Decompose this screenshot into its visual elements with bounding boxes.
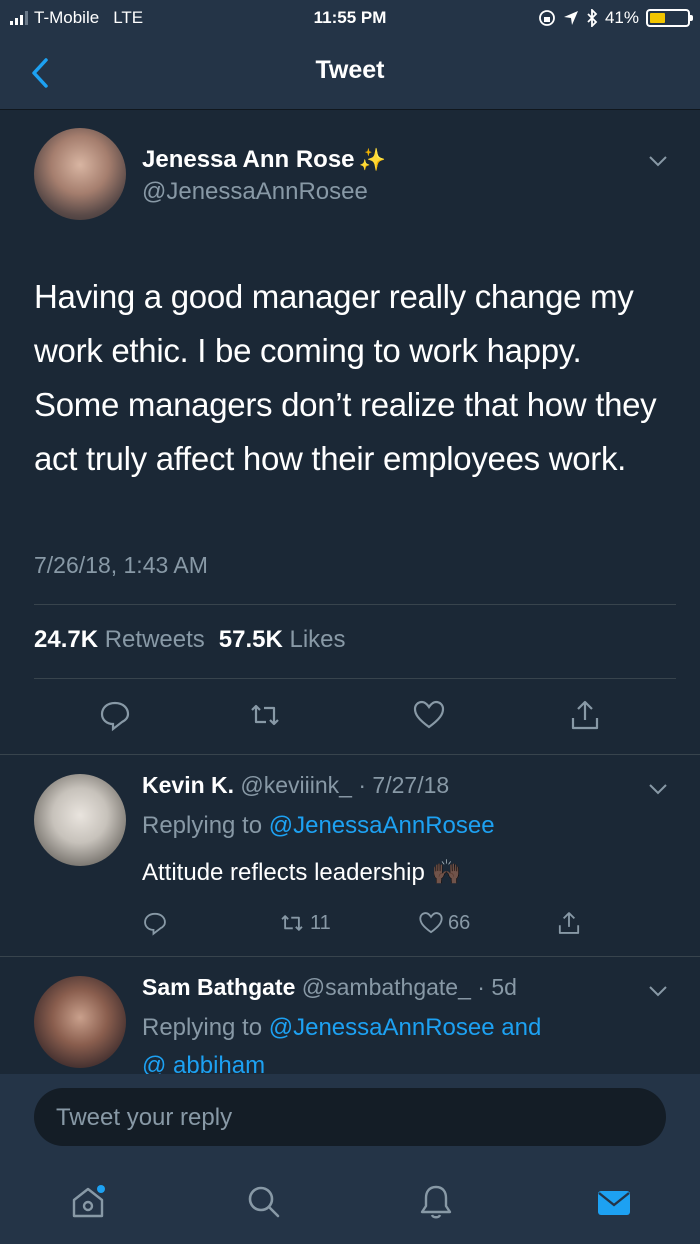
divider — [0, 956, 700, 957]
reply-input[interactable]: Tweet your reply — [34, 1088, 666, 1146]
reply-avatar[interactable] — [34, 774, 126, 866]
likes-stat[interactable]: 57.5K Likes — [219, 626, 346, 654]
retweets-stat[interactable]: 24.7K Retweets — [34, 626, 205, 654]
sparkles-icon: ✨ — [358, 147, 386, 172]
status-bar: T-Mobile LTE 11:55 PM 41% — [0, 0, 700, 36]
page-title: Tweet — [315, 56, 385, 84]
reply-icon[interactable] — [98, 698, 132, 732]
replying-to-link[interactable]: @JenessaAnnRosee — [269, 812, 495, 839]
replying-to-link[interactable]: @JenessaAnnRosee and — [269, 1014, 542, 1041]
tab-bar — [0, 1164, 700, 1244]
raised-hands-emoji: 🙌🏿 — [431, 859, 462, 886]
location-icon — [563, 11, 578, 25]
reply-author-line: Kevin K. @keviiink_ · 7/27/18 — [142, 772, 449, 799]
reply-author-name[interactable]: Kevin K. — [142, 772, 234, 798]
likes-label: Likes — [289, 626, 346, 653]
search-icon[interactable] — [244, 1182, 284, 1222]
battery-icon — [646, 9, 693, 27]
retweets-label: Retweets — [104, 626, 205, 653]
notifications-icon[interactable] — [416, 1182, 456, 1222]
reply-time: · 5d — [477, 974, 517, 1000]
status-right: 41% — [538, 8, 693, 28]
retweet-icon[interactable] — [248, 698, 282, 732]
chevron-down-icon[interactable] — [648, 782, 668, 796]
reply-avatar[interactable] — [34, 976, 126, 1068]
chevron-down-icon[interactable] — [648, 154, 668, 168]
orientation-lock-icon — [539, 10, 555, 26]
home-icon[interactable] — [68, 1182, 108, 1222]
like-icon — [419, 912, 443, 934]
replying-to: Replying to @JenessaAnnRosee and — [142, 1014, 541, 1042]
likes-count: 57.5K — [218, 626, 283, 653]
divider — [34, 678, 676, 679]
divider — [34, 604, 676, 605]
replying-to-prefix: Replying to — [142, 1014, 263, 1041]
reply-time: · 7/27/18 — [358, 772, 450, 798]
replying-to: Replying to @JenessaAnnRosee — [142, 812, 495, 840]
tweet-author-handle[interactable]: @JenessaAnnRosee — [142, 178, 368, 206]
author-name-text: Jenessa Ann Rose — [142, 146, 355, 173]
reply-text: Attitude reflects leadership 🙌🏿 — [142, 858, 461, 887]
reply-author-handle[interactable]: @keviiink_ — [240, 772, 352, 798]
messages-icon[interactable] — [594, 1182, 634, 1222]
reply-share-action[interactable] — [556, 910, 582, 936]
retweet-icon — [281, 915, 303, 931]
reply-icon — [144, 912, 166, 936]
compose-bar: Tweet your reply — [0, 1074, 700, 1164]
chevron-down-icon[interactable] — [648, 984, 668, 998]
bluetooth-icon — [587, 9, 598, 27]
reply-text-content: Attitude reflects leadership — [142, 859, 425, 886]
battery-percent: 41% — [604, 8, 639, 27]
reply-author-name[interactable]: Sam Bathgate — [142, 974, 295, 1000]
tweet-stats: 24.7K Retweets 57.5K Likes — [34, 626, 346, 654]
reply-author-line: Sam Bathgate @sambathgate_ · 5d — [142, 974, 517, 1001]
reply-like-count: 66 — [448, 911, 471, 934]
tweet-author-name[interactable]: Jenessa Ann Rose ✨ — [142, 146, 386, 174]
reply-retweet-count: 11 — [310, 911, 331, 934]
reply-author-handle[interactable]: @sambathgate_ — [302, 974, 471, 1000]
divider — [0, 754, 700, 755]
like-icon[interactable] — [412, 698, 446, 732]
tweet-text: Having a good manager really change my w… — [34, 278, 657, 477]
reply-reply-action[interactable] — [142, 910, 168, 936]
share-icon — [558, 912, 580, 934]
tweet-timestamp: 7/26/18, 1:43 AM — [34, 552, 208, 578]
tweet-author-avatar[interactable] — [34, 128, 126, 220]
reply-retweet-action[interactable]: 11 — [278, 910, 331, 936]
replying-to-prefix: Replying to — [142, 812, 263, 839]
reply-like-action[interactable]: 66 — [418, 910, 470, 936]
share-icon[interactable] — [568, 698, 602, 732]
nav-bar: Tweet — [0, 36, 700, 110]
retweets-count: 24.7K — [34, 626, 99, 653]
